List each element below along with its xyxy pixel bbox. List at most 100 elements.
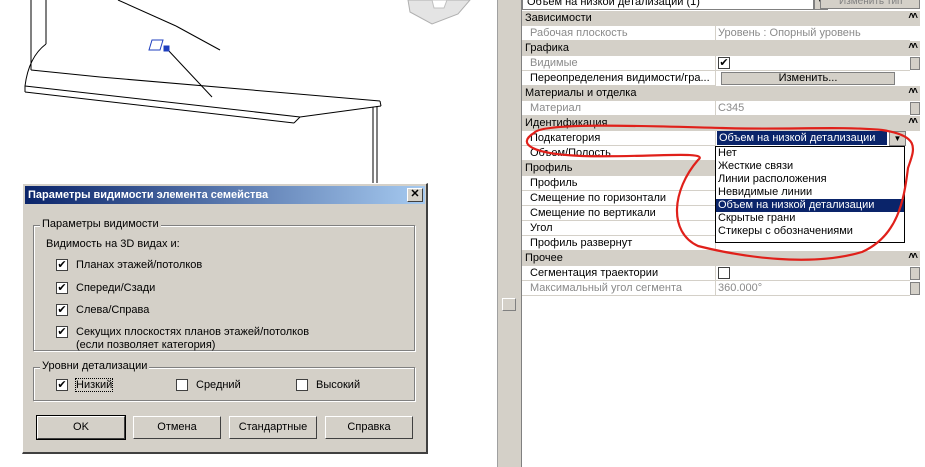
detail-levels-group: Уровни детализации ✔ Низкий Средний Высок…	[33, 360, 415, 401]
plans-checkbox[interactable]: ✔	[56, 259, 68, 272]
group-label: Идентификация	[525, 117, 608, 129]
collapse-icon[interactable]: ˄˄	[908, 86, 918, 97]
subcategory-option[interactable]: Стикеры с обозначениями	[716, 225, 904, 238]
check-left-right[interactable]: ✔ Слева/Справа	[56, 304, 150, 317]
subcategory-select[interactable]: Объем на низкой детализации	[717, 131, 887, 145]
collapse-icon[interactable]: ˄˄	[908, 41, 918, 52]
prop-value[interactable]: 360.000°	[716, 281, 910, 296]
prop-name: Видимые	[522, 56, 716, 71]
group-identity[interactable]: Идентификация ˄˄	[522, 116, 920, 131]
check-label: Низкий	[74, 378, 114, 392]
associate-parameter-button[interactable]	[910, 267, 920, 280]
associate-parameter-button[interactable]	[910, 57, 920, 70]
close-button[interactable]: ✕	[407, 188, 423, 202]
subcategory-option[interactable]: Невидимые линии	[716, 186, 904, 199]
properties-palette: Объем на низкой детализации (1) ▼ Измени…	[521, 0, 925, 467]
prop-value: Уровень : Опорный уровень	[716, 26, 910, 41]
prop-vis-override: Переопределения видимости/гра... Изменит…	[522, 71, 920, 86]
check-label: Слева/Справа	[76, 304, 150, 316]
prop-name: Объем/Полость	[522, 146, 716, 161]
prop-name: Подкатегория	[522, 131, 716, 146]
check-front-back[interactable]: ✔ Спереди/Сзади	[56, 282, 156, 295]
group-title: Уровни детализации	[40, 360, 150, 372]
prop-name: Смещение по вертикали	[522, 206, 716, 221]
type-selector[interactable]: Объем на низкой детализации (1)	[522, 0, 814, 10]
check-label: Спереди/Сзади	[76, 282, 156, 294]
prop-value[interactable]: C345	[716, 101, 910, 116]
prop-name: Профиль	[522, 176, 716, 191]
edit-type-button[interactable]: Изменить тип	[820, 0, 920, 9]
group-label: Графика	[525, 42, 569, 54]
check-fine[interactable]: Высокий	[296, 379, 361, 392]
work-plane-icon[interactable]	[148, 39, 170, 52]
dialog-titlebar[interactable]: Параметры видимости элемента семейства ✕	[25, 186, 425, 204]
prop-visible: Видимые ✔	[522, 56, 920, 71]
group-label: Прочее	[525, 252, 563, 264]
subcategory-dropdown-button[interactable]: ▼	[889, 131, 906, 146]
view-cube[interactable]	[407, 0, 471, 25]
group-label: Зависимости	[525, 12, 592, 24]
dialog-title: Параметры видимости элемента семейства	[28, 189, 269, 201]
prop-name: Рабочая плоскость	[522, 26, 716, 41]
left-right-checkbox[interactable]: ✔	[56, 304, 68, 317]
subcategory-option[interactable]: Нет	[716, 147, 904, 160]
collapse-icon[interactable]: ˄˄	[908, 11, 918, 22]
cut-planes-checkbox[interactable]: ✔	[56, 326, 68, 339]
check-plans[interactable]: ✔ Планах этажей/потолков	[56, 259, 203, 272]
prop-name: Материал	[522, 101, 716, 116]
prop-work-plane: Рабочая плоскость Уровень : Опорный уров…	[522, 26, 920, 41]
subcategory-option[interactable]: Линии расположения	[716, 173, 904, 186]
collapse-icon[interactable]: ˄˄	[908, 251, 918, 262]
subcategory-option[interactable]: Объем на низкой детализации	[716, 199, 904, 212]
prop-value	[716, 266, 910, 281]
prop-name: Максимальный угол сегмента	[522, 281, 716, 296]
prop-material: Материал C345	[522, 101, 920, 116]
help-button[interactable]: Справка	[325, 416, 413, 439]
prop-name: Переопределения видимости/гра...	[522, 71, 716, 86]
visible-checkbox[interactable]: ✔	[718, 57, 730, 70]
prop-name: Угол	[522, 221, 716, 236]
prop-name: Сегментация траектории	[522, 266, 716, 281]
visibility-settings-group: Параметры видимости Видимость на 3D вида…	[33, 218, 415, 351]
splitter-grip[interactable]	[502, 298, 516, 311]
palette-splitter[interactable]	[497, 0, 521, 467]
check-cut-planes-note: (если позволяет категория)	[76, 339, 216, 351]
subcategory-option[interactable]: Жесткие связи	[716, 160, 904, 173]
coarse-checkbox[interactable]: ✔	[56, 379, 68, 392]
defaults-button[interactable]: Стандартные	[229, 416, 317, 439]
collapse-icon[interactable]: ˄˄	[908, 116, 918, 127]
group-graphics[interactable]: Графика ˄˄	[522, 41, 920, 56]
prop-name: Смещение по горизонтали	[522, 191, 716, 206]
medium-checkbox[interactable]	[176, 379, 188, 392]
front-back-checkbox[interactable]: ✔	[56, 282, 68, 295]
trajectory-seg-checkbox[interactable]	[718, 267, 730, 280]
check-label: Планах этажей/потолков	[76, 259, 203, 271]
associate-parameter-button[interactable]	[910, 282, 920, 295]
associate-parameter-button[interactable]	[910, 102, 920, 115]
group-title: Параметры видимости	[40, 218, 161, 230]
check-label: Секущих плоскостях планов этажей/потолко…	[76, 326, 310, 338]
check-label: Средний	[196, 379, 241, 391]
group-other[interactable]: Прочее ˄˄	[522, 251, 920, 266]
prop-max-seg-angle: Максимальный угол сегмента 360.000°	[522, 281, 920, 296]
subcategory-options-list[interactable]: Нет Жесткие связи Линии расположения Невиди…	[715, 146, 905, 243]
check-coarse[interactable]: ✔ Низкий	[56, 378, 114, 392]
group-label: Профиль	[525, 162, 573, 174]
family-element-visibility-dialog: Параметры видимости элемента семейства ✕…	[22, 183, 428, 454]
cancel-button[interactable]: Отмена	[133, 416, 221, 439]
group-materials[interactable]: Материалы и отделка ˄˄	[522, 86, 920, 101]
check-medium[interactable]: Средний	[176, 379, 241, 392]
prop-name: Профиль развернут	[522, 236, 716, 251]
subcategory-option[interactable]: Скрытые грани	[716, 212, 904, 225]
group-label: Материалы и отделка	[525, 87, 637, 99]
fine-checkbox[interactable]	[296, 379, 308, 392]
prop-value: ✔	[716, 56, 910, 71]
prop-trajectory-seg: Сегментация траектории	[522, 266, 920, 281]
edit-visibility-button[interactable]: Изменить...	[721, 72, 895, 85]
check-cut-planes[interactable]: ✔ Секущих плоскостях планов этажей/потолк…	[56, 326, 310, 339]
ok-button[interactable]: OK	[36, 415, 126, 440]
group-constraints[interactable]: Зависимости ˄˄	[522, 11, 920, 26]
check-label: Высокий	[316, 379, 361, 391]
group-profile[interactable]: Профиль	[522, 161, 715, 176]
view-3d-label: Видимость на 3D видах и:	[46, 238, 180, 250]
